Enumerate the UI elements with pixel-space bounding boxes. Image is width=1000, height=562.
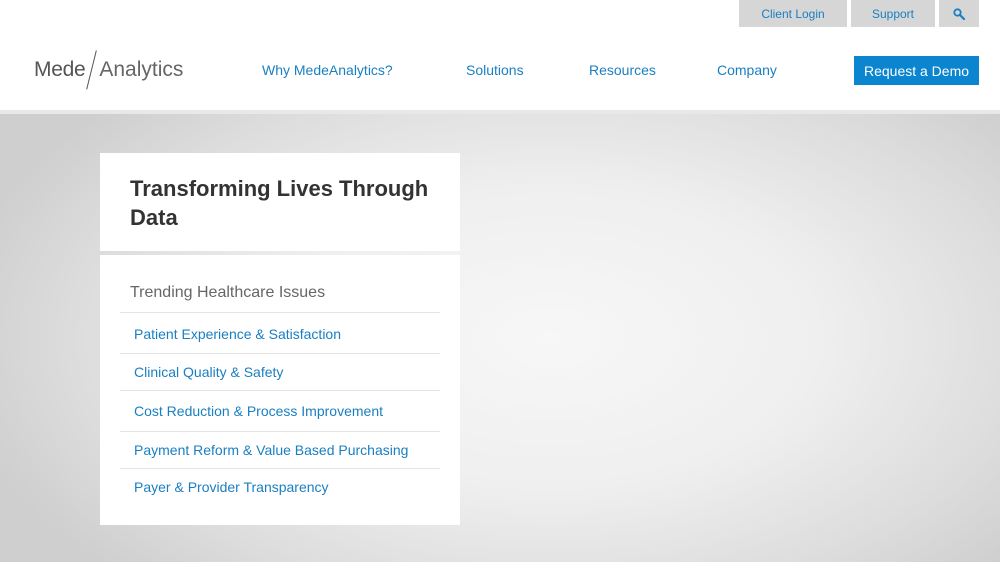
- logo-text-mede: Mede: [34, 58, 86, 81]
- hero-title-card: Transforming Lives Through Data: [100, 153, 460, 251]
- logo-slash: [85, 50, 99, 90]
- issues-heading: Trending Healthcare Issues: [130, 284, 326, 301]
- nav-resources[interactable]: Resources: [589, 62, 656, 78]
- request-demo-button[interactable]: Request a Demo: [854, 56, 979, 85]
- issue-link-payment-reform[interactable]: Payment Reform & Value Based Purchasing: [120, 431, 440, 468]
- medeanalytics-logo[interactable]: Mede Analytics: [34, 50, 183, 90]
- hero-title: Transforming Lives Through Data: [130, 176, 429, 230]
- client-login-button[interactable]: Client Login: [739, 0, 847, 27]
- issue-link-payer-provider[interactable]: Payer & Provider Transparency: [120, 468, 440, 505]
- nav-company[interactable]: Company: [717, 62, 777, 78]
- logo-text-analytics: Analytics: [99, 58, 184, 81]
- issue-link-cost-reduction[interactable]: Cost Reduction & Process Improvement: [120, 390, 440, 431]
- nav-why-medeanalytics[interactable]: Why MedeAnalytics?: [262, 62, 393, 78]
- issue-link-patient-experience[interactable]: Patient Experience & Satisfaction: [120, 312, 440, 354]
- search-button[interactable]: [939, 0, 979, 27]
- nav-solutions[interactable]: Solutions: [466, 62, 524, 78]
- issue-link-clinical-quality[interactable]: Clinical Quality & Safety: [120, 353, 440, 390]
- support-button[interactable]: Support: [851, 0, 935, 27]
- search-icon: [953, 7, 965, 20]
- trending-issues-card: Trending Healthcare Issues Patient Exper…: [100, 255, 460, 525]
- utility-bar: Client Login Support: [739, 0, 979, 27]
